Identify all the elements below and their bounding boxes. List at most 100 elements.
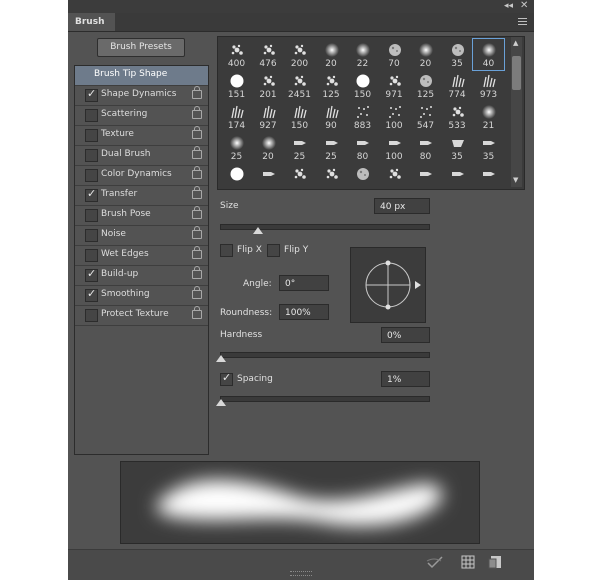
size-field[interactable]: 40 px [374, 198, 430, 214]
brush-tip[interactable]: 971 [379, 70, 410, 101]
close-icon[interactable]: ✕ [520, 0, 528, 11]
angle-field[interactable]: 0° [279, 275, 329, 291]
collapse-icon[interactable]: ◂◂ [504, 1, 513, 11]
scroll-down-icon[interactable]: ▼ [513, 176, 518, 184]
resize-grip[interactable] [290, 571, 312, 576]
section-wet-edges[interactable]: Wet Edges [75, 246, 208, 266]
brush-tip[interactable]: 150 [284, 101, 315, 132]
panel-menu-icon[interactable] [514, 16, 528, 28]
brush-tip[interactable] [379, 163, 410, 189]
brush-tip[interactable] [442, 163, 473, 189]
brush-tip[interactable] [284, 163, 315, 189]
lock-icon[interactable] [192, 226, 202, 239]
brush-tip[interactable]: 151 [221, 70, 252, 101]
brush-presets-button[interactable]: Brush Presets [97, 38, 185, 57]
brush-tip[interactable]: 100 [379, 101, 410, 132]
brush-tip[interactable]: 400 [221, 39, 252, 70]
section-brush-tip-shape[interactable]: Brush Tip Shape [75, 66, 208, 86]
scroll-up-icon[interactable]: ▲ [513, 39, 518, 47]
section-checkbox[interactable] [85, 169, 98, 182]
lock-icon[interactable] [192, 186, 202, 199]
lock-icon[interactable] [192, 246, 202, 259]
lock-icon[interactable] [192, 306, 202, 319]
brush-tip[interactable]: 200 [284, 39, 315, 70]
size-slider-knob[interactable] [253, 227, 264, 234]
section-noise[interactable]: Noise [75, 226, 208, 246]
brush-tip[interactable]: 40 [472, 38, 505, 71]
brush-tip[interactable]: 20 [316, 39, 347, 70]
section-checkbox[interactable]: ✓ [85, 87, 98, 102]
flip-y-checkbox[interactable] [267, 244, 280, 257]
grid-icon[interactable] [461, 555, 475, 569]
brush-tip[interactable]: 25 [316, 132, 347, 163]
brush-tip[interactable] [347, 163, 378, 189]
brush-tip[interactable] [221, 163, 252, 189]
section-build-up[interactable]: ✓ Build-up [75, 266, 208, 286]
brush-tip[interactable]: 150 [347, 70, 378, 101]
section-transfer[interactable]: ✓ Transfer [75, 186, 208, 206]
section-checkbox[interactable] [85, 209, 98, 222]
create-preset-icon[interactable] [488, 555, 502, 569]
spacing-field[interactable]: 1% [381, 371, 430, 387]
tab-brush[interactable]: Brush [68, 13, 115, 31]
brush-tip[interactable]: 533 [442, 101, 473, 132]
brush-tip[interactable]: 21 [473, 101, 504, 132]
brush-tip[interactable] [316, 163, 347, 189]
brush-tip[interactable]: 20 [253, 132, 284, 163]
hardness-slider-knob[interactable] [216, 355, 226, 362]
lock-icon[interactable] [192, 126, 202, 139]
section-checkbox[interactable] [85, 109, 98, 122]
section-checkbox[interactable]: ✓ [85, 267, 98, 282]
lock-icon[interactable] [192, 206, 202, 219]
brush-tip[interactable]: 100 [379, 132, 410, 163]
brush-tip[interactable]: 125 [410, 70, 441, 101]
lock-icon[interactable] [192, 286, 202, 299]
section-scattering[interactable]: Scattering [75, 106, 208, 126]
brush-tip[interactable]: 35 [473, 132, 504, 163]
brush-tip[interactable] [253, 163, 284, 189]
section-checkbox[interactable]: ✓ [85, 287, 98, 302]
brush-grid-scrollbar[interactable]: ▲ ▼ [511, 37, 522, 187]
brush-tip[interactable]: 35 [442, 39, 473, 70]
brush-tip[interactable]: 927 [253, 101, 284, 132]
brush-tip[interactable]: 476 [253, 39, 284, 70]
section-checkbox[interactable]: ✓ [85, 187, 98, 202]
toggle-hardness-icon[interactable] [426, 555, 444, 569]
brush-tip[interactable]: 2451 [284, 70, 315, 101]
section-checkbox[interactable] [85, 309, 98, 322]
angle-roundness-dial[interactable] [351, 248, 425, 322]
hardness-field[interactable]: 0% [381, 327, 430, 343]
spacing-slider[interactable] [220, 396, 430, 402]
section-color-dynamics[interactable]: Color Dynamics [75, 166, 208, 186]
brush-tip[interactable] [410, 163, 441, 189]
brush-tip[interactable]: 35 [442, 132, 473, 163]
section-smoothing[interactable]: ✓ Smoothing [75, 286, 208, 306]
section-checkbox[interactable] [85, 149, 98, 162]
spacing-checkbox[interactable]: ✓ [220, 371, 233, 386]
scrollbar-thumb[interactable] [512, 56, 521, 90]
section-brush-pose[interactable]: Brush Pose [75, 206, 208, 226]
brush-tip[interactable]: 547 [410, 101, 441, 132]
size-slider[interactable] [220, 224, 430, 230]
lock-icon[interactable] [192, 266, 202, 279]
brush-tip[interactable]: 774 [442, 70, 473, 101]
brush-tip[interactable]: 174 [221, 101, 252, 132]
brush-tip[interactable]: 25 [221, 132, 252, 163]
brush-tip[interactable]: 80 [347, 132, 378, 163]
angle-roundness-widget[interactable] [350, 247, 426, 323]
section-protect-texture[interactable]: Protect Texture [75, 306, 208, 326]
lock-icon[interactable] [192, 86, 202, 99]
brush-tip[interactable]: 125 [316, 70, 347, 101]
section-shape-dynamics[interactable]: ✓ Shape Dynamics [75, 86, 208, 106]
brush-tip[interactable]: 80 [410, 132, 441, 163]
brush-tip[interactable]: 90 [316, 101, 347, 132]
section-dual-brush[interactable]: Dual Brush [75, 146, 208, 166]
brush-tip[interactable]: 973 [473, 70, 504, 101]
brush-tip[interactable] [473, 163, 504, 189]
lock-icon[interactable] [192, 166, 202, 179]
section-checkbox[interactable] [85, 249, 98, 262]
brush-tip[interactable]: 70 [379, 39, 410, 70]
brush-tip[interactable]: 20 [410, 39, 441, 70]
brush-tip[interactable]: 883 [347, 101, 378, 132]
roundness-field[interactable]: 100% [279, 304, 329, 320]
